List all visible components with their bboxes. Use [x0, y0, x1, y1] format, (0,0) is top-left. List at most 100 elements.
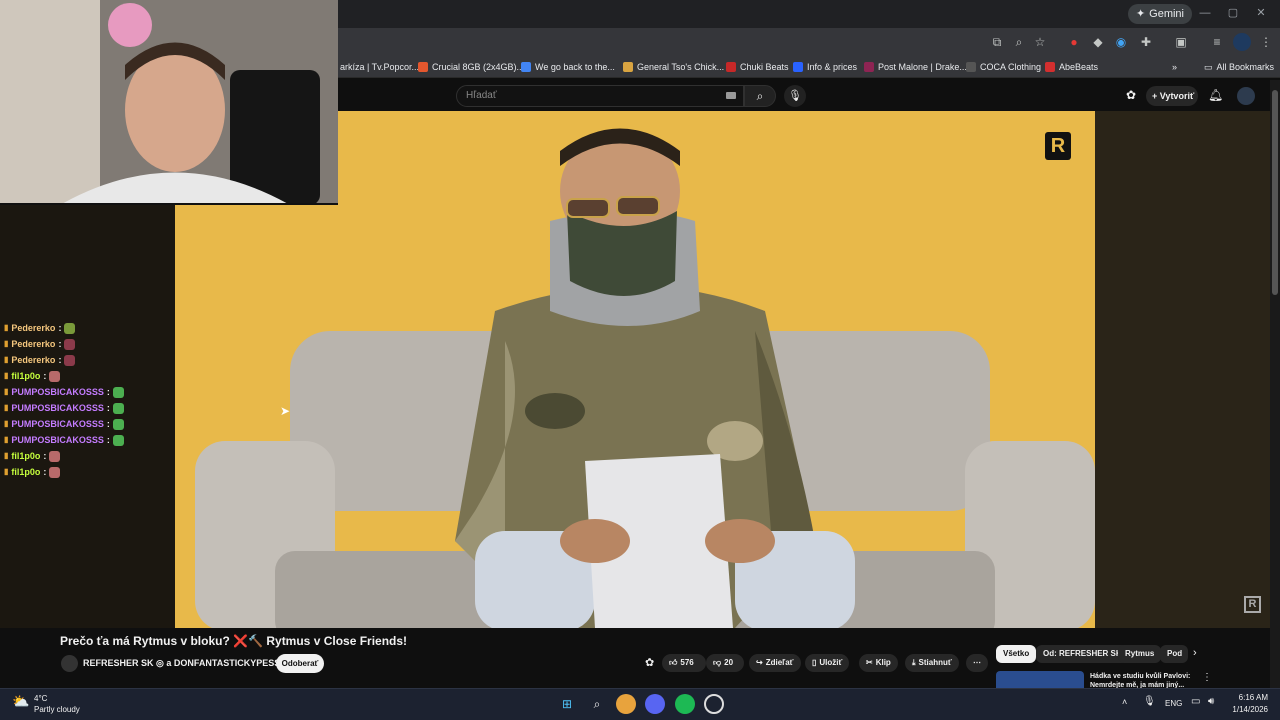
search-input[interactable]: Hľadať [456, 85, 744, 107]
download-icon: ⤓ [912, 658, 916, 667]
emote-icon [112, 434, 124, 446]
chip-all[interactable]: Všetko [996, 645, 1037, 663]
weather-temp[interactable]: 4°C [34, 694, 47, 703]
channel-avatar[interactable] [61, 655, 78, 672]
chat-message: ▮ Pedererko: [4, 336, 76, 352]
scissors-icon: ✂ [866, 658, 873, 667]
emote-icon [49, 370, 61, 382]
create-button[interactable]: + Vytvoriť [1146, 86, 1198, 106]
download-button[interactable]: ⤓ Stiahnuť [905, 654, 959, 672]
chip-channel[interactable]: Od: REFRESHER SK [1036, 645, 1129, 663]
favicon-icon [726, 62, 736, 72]
search-icon[interactable]: ⌕ [587, 694, 607, 714]
chip-pod[interactable]: Pod [1160, 645, 1188, 663]
recommended-thumbnail[interactable] [996, 671, 1084, 688]
chat-separator: : [106, 403, 110, 413]
bookmark-item[interactable]: Chuki Beats [726, 56, 789, 78]
bell-icon[interactable]: 🔔︎ [1208, 88, 1223, 102]
chrome-icon[interactable] [616, 694, 636, 714]
obs-icon[interactable] [704, 694, 724, 714]
clip-button[interactable]: ✂ Klip [859, 654, 898, 672]
bookmark-item[interactable]: Post Malone | Drake... [864, 56, 967, 78]
chevron-up-icon[interactable]: ˄ [1122, 697, 1127, 707]
all-bookmarks[interactable]: ▭ All Bookmarks [1204, 56, 1274, 78]
webcam-overlay [0, 0, 338, 205]
media-icon[interactable]: ≡ [1208, 33, 1226, 51]
language-indicator[interactable]: ENG [1165, 699, 1182, 708]
sparkle-icon: ✦ [1135, 8, 1146, 20]
sidepanel-icon[interactable]: ▣ [1172, 33, 1190, 51]
bookmark-item[interactable]: Crucial 8GB (2x4GB)... [418, 56, 524, 78]
bookmark-item[interactable]: Info & prices [793, 56, 857, 78]
mic-icon[interactable]: 🎙 [1143, 696, 1156, 707]
menu-icon[interactable]: ⋮ [1257, 33, 1275, 51]
more-actions-button[interactable]: ⋯ [966, 654, 988, 672]
cast-icon[interactable]: ✿ [1126, 88, 1136, 102]
recommended-title[interactable]: Hádka ve studiu kvůli Pavlovi: Nemrdejte… [1090, 672, 1200, 688]
search-button[interactable]: ⌕ [744, 85, 776, 107]
bookmark-item[interactable]: AbeBeats [1045, 56, 1098, 78]
clock-time[interactable]: 6:16 AM [1230, 693, 1268, 702]
maximize-icon[interactable]: ▢ [1226, 6, 1240, 20]
favicon-icon [966, 62, 976, 72]
star-icon[interactable]: ☆ [1031, 33, 1049, 51]
emote-icon [49, 466, 61, 478]
weather-desc[interactable]: Partly cloudy [34, 705, 80, 714]
like-button[interactable]: 👍︎ 576 [662, 654, 706, 672]
bookmark-item[interactable]: arkíza | Tv.Popcor... [340, 56, 419, 78]
subscribe-button[interactable]: Odoberať [276, 654, 324, 673]
extension-icon[interactable]: ● [1065, 33, 1083, 51]
folder-icon: ▭ [1204, 62, 1213, 72]
dislike-button[interactable]: 👎︎ 20 [706, 654, 744, 672]
avatar[interactable] [1237, 87, 1255, 105]
favicon-icon [418, 62, 428, 72]
spotify-icon[interactable] [675, 694, 695, 714]
scrollbar-thumb[interactable] [1272, 90, 1278, 295]
chat-separator: : [58, 323, 62, 333]
refresher-logo-icon: R [1045, 132, 1071, 160]
extension-icon[interactable]: ◆ [1089, 33, 1107, 51]
volume-icon[interactable]: 🔊︎ [1208, 696, 1214, 707]
bookmark-item[interactable]: General Tso's Chick... [623, 56, 724, 78]
share-button[interactable]: ↪ Zdieľať [749, 654, 801, 672]
bookmark-item[interactable]: We go back to the... [521, 56, 615, 78]
clock-date[interactable]: 1/14/2026 [1226, 705, 1268, 714]
close-icon[interactable]: ✕ [1254, 6, 1268, 20]
keyboard-icon[interactable] [726, 92, 736, 99]
profile-avatar[interactable] [1233, 33, 1251, 51]
zoom-icon[interactable]: ⌕ [1010, 33, 1028, 51]
chat-message: ▮ Pedererko: [4, 320, 76, 336]
voice-search-button[interactable]: 🎙 [784, 85, 806, 107]
favicon-icon [623, 62, 633, 72]
bookmark-item[interactable]: COCA Clothing [966, 56, 1041, 78]
install-icon[interactable]: ⧉ [988, 33, 1006, 51]
chat-message: ▮ PUMPOSBICAKOSSS: [4, 384, 124, 400]
ai-sparkle-icon[interactable]: ✿ [645, 656, 654, 669]
windows-taskbar [0, 688, 1280, 720]
extension-icon[interactable]: ◉ [1112, 33, 1130, 51]
network-icon[interactable]: ▭ [1191, 696, 1200, 707]
video-side-shade [1095, 111, 1270, 628]
weather-icon[interactable]: ⛅ [12, 693, 29, 710]
chat-username: fil1p0o [11, 371, 41, 381]
windows-start-icon[interactable]: ⊞ [557, 694, 577, 714]
chevron-right-icon[interactable]: » [1172, 56, 1177, 78]
channel-name[interactable]: REFRESHER SK ◎ a DONFANTASTICKYPESS ◎ [83, 658, 291, 669]
minimize-icon[interactable]: — [1198, 6, 1212, 20]
gemini-button[interactable]: ✦ Gemini [1127, 4, 1192, 24]
chat-separator: : [58, 339, 62, 349]
chat-username: PUMPOSBICAKOSSS [11, 435, 104, 445]
emote-icon [112, 386, 124, 398]
chip-rytmus[interactable]: Rytmus [1118, 645, 1162, 663]
chat-separator: : [58, 355, 62, 365]
puzzle-icon[interactable]: ✚ [1137, 33, 1155, 51]
chat-separator: : [106, 435, 110, 445]
more-icon[interactable]: ⋮ [1202, 672, 1212, 683]
emote-icon [49, 450, 61, 462]
save-button[interactable]: ▯ Uložiť [805, 654, 850, 672]
chevron-right-icon[interactable]: › [1193, 647, 1197, 659]
channel-watermark-icon[interactable]: R [1244, 596, 1261, 613]
discord-icon[interactable] [645, 694, 665, 714]
share-icon: ↪ [756, 658, 763, 667]
chat-message: ▮ fil1p0o: [4, 448, 61, 464]
